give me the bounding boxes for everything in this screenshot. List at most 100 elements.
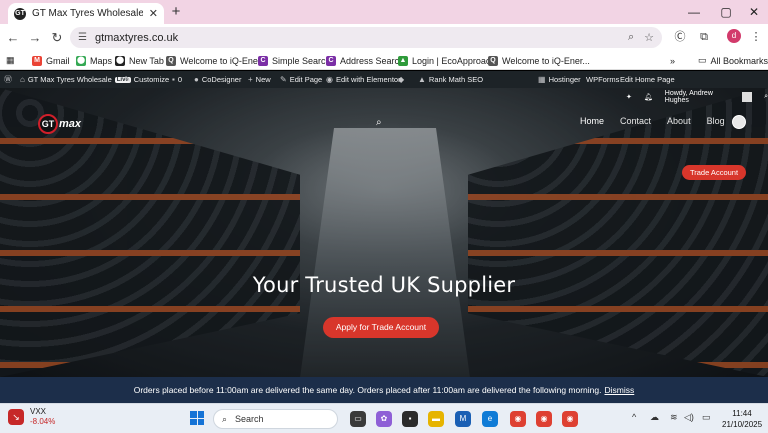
address-bar[interactable]: ☰ gtmaxtyres.co.uk ⌕ ☆ bbox=[70, 27, 662, 48]
bookmark-simple-search[interactable]: C Simple Search bbox=[258, 53, 331, 68]
wp-hostinger[interactable]: ▦ Hostinger bbox=[538, 71, 581, 88]
iq-icon: Q bbox=[488, 55, 498, 66]
user-avatar[interactable] bbox=[742, 92, 753, 102]
task-view-icon[interactable]: ▭ bbox=[350, 411, 366, 427]
extensions-puzzle-icon[interactable]: ⧉ bbox=[696, 29, 712, 45]
nav-home[interactable]: Home bbox=[580, 116, 604, 126]
wordpress-logo-icon[interactable]: Ⓦ bbox=[4, 71, 12, 88]
ai-sparkle-icon[interactable]: ✦ bbox=[626, 93, 632, 101]
site-info-icon[interactable]: ☰ bbox=[78, 32, 87, 43]
search-icon: ⌕ bbox=[222, 413, 228, 424]
maximize-icon[interactable]: ▢ bbox=[712, 0, 740, 24]
forward-button[interactable]: → bbox=[26, 29, 44, 47]
bookmark-iq-energy-1[interactable]: Q Welcome to iQ-Ener... bbox=[166, 53, 268, 68]
edge-icon[interactable]: e bbox=[482, 411, 498, 427]
wp-admin-bar: Ⓦ ⌂ GT Max Tyres Wholesale Live ✎ Customize… bbox=[0, 71, 768, 88]
wp-customize[interactable]: ✎ Customize bbox=[124, 71, 169, 88]
menu-kebab-icon[interactable]: ⋮ bbox=[748, 29, 764, 45]
comment-icon: ▪ bbox=[172, 75, 175, 84]
chrome-app-1-icon[interactable]: ◉ bbox=[510, 411, 526, 427]
stock-widget[interactable]: ↘ VXX -8.04% bbox=[8, 407, 55, 427]
wp-site-name[interactable]: ⌂ GT Max Tyres Wholesale Live bbox=[20, 71, 131, 88]
all-bookmarks[interactable]: ▭ All Bookmarks bbox=[698, 53, 768, 68]
site-favicon-icon: GT bbox=[14, 7, 26, 20]
trade-account-button[interactable]: Trade Account bbox=[682, 165, 746, 180]
admin-search-icon[interactable]: ⌕ bbox=[764, 93, 768, 101]
brush-icon: ✎ bbox=[124, 75, 131, 84]
bookmark-star-icon[interactable]: ☆ bbox=[644, 31, 654, 44]
battery-icon[interactable]: ▭ bbox=[702, 412, 711, 423]
minimize-icon[interactable]: — bbox=[680, 0, 708, 24]
volume-icon[interactable]: ◁) bbox=[684, 412, 694, 423]
bookmark-new-tab[interactable]: ⬤ New Tab bbox=[115, 53, 164, 68]
url-text[interactable]: gtmaxtyres.co.uk bbox=[95, 32, 618, 44]
stock-down-icon: ↘ bbox=[8, 409, 24, 425]
main-nav: Home Contact About Blog bbox=[580, 116, 725, 126]
iq-icon: Q bbox=[166, 55, 176, 66]
c-icon: C bbox=[326, 55, 336, 66]
chrome-app-2-icon[interactable]: ◉ bbox=[536, 411, 552, 427]
new-tab-button[interactable]: + bbox=[168, 4, 184, 20]
reload-button[interactable]: ↻ bbox=[48, 29, 66, 47]
gt-max-logo[interactable]: GT max bbox=[38, 113, 84, 135]
app-icon[interactable]: ▪ bbox=[402, 411, 418, 427]
file-explorer-icon[interactable]: ▬ bbox=[428, 411, 444, 427]
wp-edit-elementor[interactable]: ◉ Edit with Elementor bbox=[326, 71, 401, 88]
howdy-user[interactable]: Howdy, Andrew Hughes bbox=[665, 90, 738, 104]
notification-bell-icon[interactable]: 🔔︎ bbox=[644, 93, 653, 101]
wp-codesigner[interactable]: ● CoDesigner bbox=[194, 71, 241, 88]
codesigner-icon: ● bbox=[194, 75, 199, 84]
bookmark-maps[interactable]: ⬤ Maps bbox=[76, 53, 112, 68]
wp-new[interactable]: + New bbox=[248, 71, 271, 88]
bookmark-gmail[interactable]: M Gmail bbox=[32, 53, 70, 68]
tray-chevron-icon[interactable]: ^ bbox=[632, 412, 636, 422]
wp-wpforms[interactable]: WPForms bbox=[586, 71, 619, 88]
profile-avatar[interactable]: d bbox=[727, 29, 741, 43]
chrome-app-3-icon[interactable]: ◉ bbox=[562, 411, 578, 427]
stock-name: VXX bbox=[30, 407, 47, 416]
app-m-icon[interactable]: M bbox=[455, 411, 471, 427]
dismiss-link[interactable]: Dismiss bbox=[605, 385, 635, 395]
copilot-icon[interactable]: ✿ bbox=[376, 411, 392, 427]
close-window-icon[interactable]: ✕ bbox=[740, 0, 768, 24]
back-button[interactable]: ← bbox=[4, 29, 22, 47]
hostinger-icon: ▦ bbox=[538, 75, 546, 84]
wp-edit-page[interactable]: ✎ Edit Page bbox=[280, 71, 322, 88]
windows-taskbar: ↘ VXX -8.04% ⌕ Search ▭ ✿ ▪ ▬ M e ◉ ◉ ◉ … bbox=[0, 403, 768, 433]
elementor-icon: ◉ bbox=[326, 75, 333, 84]
windows-start-icon[interactable] bbox=[190, 411, 204, 425]
system-clock[interactable]: 11:44 21/10/2025 bbox=[722, 408, 762, 430]
apply-trade-account-button[interactable]: Apply for Trade Account bbox=[323, 317, 439, 338]
extension-c-icon[interactable]: Ⓒ bbox=[672, 29, 688, 45]
nav-blog[interactable]: Blog bbox=[707, 116, 725, 126]
tab-title: GT Max Tyres Wholesale – Qua bbox=[32, 8, 143, 19]
site-search-icon[interactable]: ⌕ bbox=[376, 117, 382, 128]
clock-date: 21/10/2025 bbox=[722, 420, 763, 429]
onedrive-icon[interactable]: ☁ bbox=[650, 412, 659, 423]
nav-contact[interactable]: Contact bbox=[620, 116, 651, 126]
account-avatar[interactable] bbox=[732, 115, 746, 129]
wifi-icon[interactable]: ≋ bbox=[670, 412, 678, 423]
wp-comments[interactable]: ▪ 0 bbox=[172, 71, 182, 88]
folder-icon: ▭ bbox=[698, 55, 707, 65]
nav-about[interactable]: About bbox=[667, 116, 691, 126]
taskbar-search[interactable]: ⌕ Search bbox=[213, 409, 338, 429]
wp-edit-home-page[interactable]: Edit Home Page bbox=[620, 71, 675, 88]
stock-change: -8.04% bbox=[30, 417, 56, 426]
wp-diamond-icon[interactable]: ◆ bbox=[398, 71, 404, 88]
hero-toolbar: ✦ 🔔︎ Howdy, Andrew Hughes ⌕ bbox=[626, 90, 768, 104]
home-icon: ⌂ bbox=[20, 75, 25, 84]
bookmark-ecoapproach[interactable]: ▲ Login | EcoApproach bbox=[398, 53, 495, 68]
apps-grid-icon[interactable]: ▦ bbox=[6, 53, 15, 68]
close-tab-icon[interactable]: ✕ bbox=[149, 7, 158, 20]
zoom-search-icon[interactable]: ⌕ bbox=[628, 31, 634, 44]
bookmark-address-search[interactable]: C Address Search bbox=[326, 53, 404, 68]
browser-tab-active[interactable]: GT GT Max Tyres Wholesale – Qua ✕ bbox=[8, 3, 164, 24]
more-bookmarks-chevron-icon[interactable]: » bbox=[670, 53, 675, 68]
hero-section: ✦ 🔔︎ Howdy, Andrew Hughes ⌕ GT max ⌕ Hom… bbox=[0, 88, 768, 377]
hero-title: Your Trusted UK Supplier bbox=[252, 273, 516, 297]
wp-rank-math[interactable]: ▲ Rank Math SEO bbox=[418, 71, 483, 88]
bookmark-iq-energy-2[interactable]: Q Welcome to iQ-Ener... bbox=[488, 53, 590, 68]
toolbar: ← → ↻ ☰ gtmaxtyres.co.uk ⌕ ☆ Ⓒ ⧉ d ⋮ bbox=[0, 24, 768, 51]
gmail-icon: M bbox=[32, 55, 42, 66]
